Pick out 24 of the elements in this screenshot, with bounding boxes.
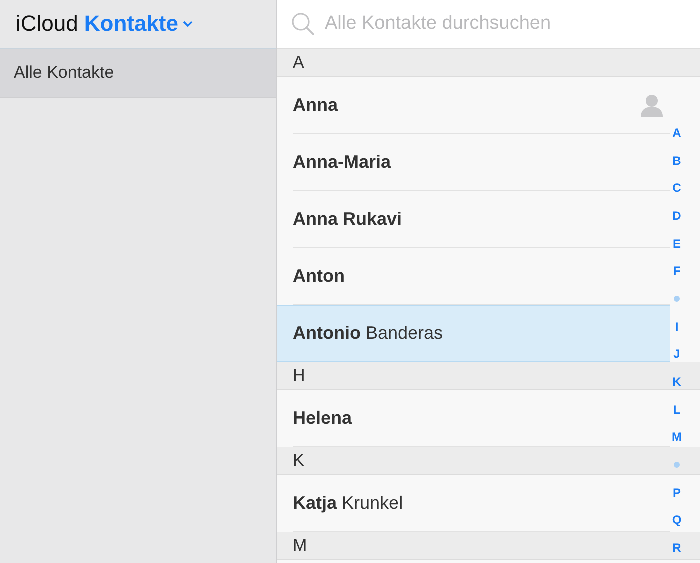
- index-letter[interactable]: D: [672, 202, 682, 230]
- app-menu-button[interactable]: Kontakte: [84, 11, 194, 37]
- index-letter[interactable]: C: [672, 174, 682, 202]
- search-icon: [291, 12, 315, 36]
- index-letter[interactable]: R: [672, 534, 682, 562]
- section-header: A: [277, 49, 700, 77]
- index-letter[interactable]: A: [672, 119, 682, 147]
- index-letter[interactable]: K: [672, 368, 682, 396]
- search-field[interactable]: Alle Kontakte durchsuchen: [323, 12, 700, 36]
- index-letter[interactable]: P: [672, 478, 681, 506]
- contact-row[interactable]: Antonio Banderas: [277, 305, 670, 362]
- index-letter[interactable]: I: [675, 312, 679, 340]
- index-dot-icon: [674, 296, 680, 302]
- section-header: K: [277, 447, 700, 475]
- brand-title: iCloud: [16, 11, 78, 37]
- sidebar-item[interactable]: Alle Kontakte: [0, 49, 276, 98]
- index-letter[interactable]: F: [673, 257, 681, 286]
- index-letter[interactable]: B: [672, 146, 682, 174]
- index-letter[interactable]: L: [673, 396, 681, 424]
- index-letter[interactable]: Q: [672, 506, 682, 534]
- search-bar[interactable]: Alle Kontakte durchsuchen: [277, 0, 700, 49]
- chevron-down-icon: [182, 20, 194, 28]
- index-letter[interactable]: J: [674, 340, 680, 368]
- index-letter[interactable]: E: [672, 230, 681, 258]
